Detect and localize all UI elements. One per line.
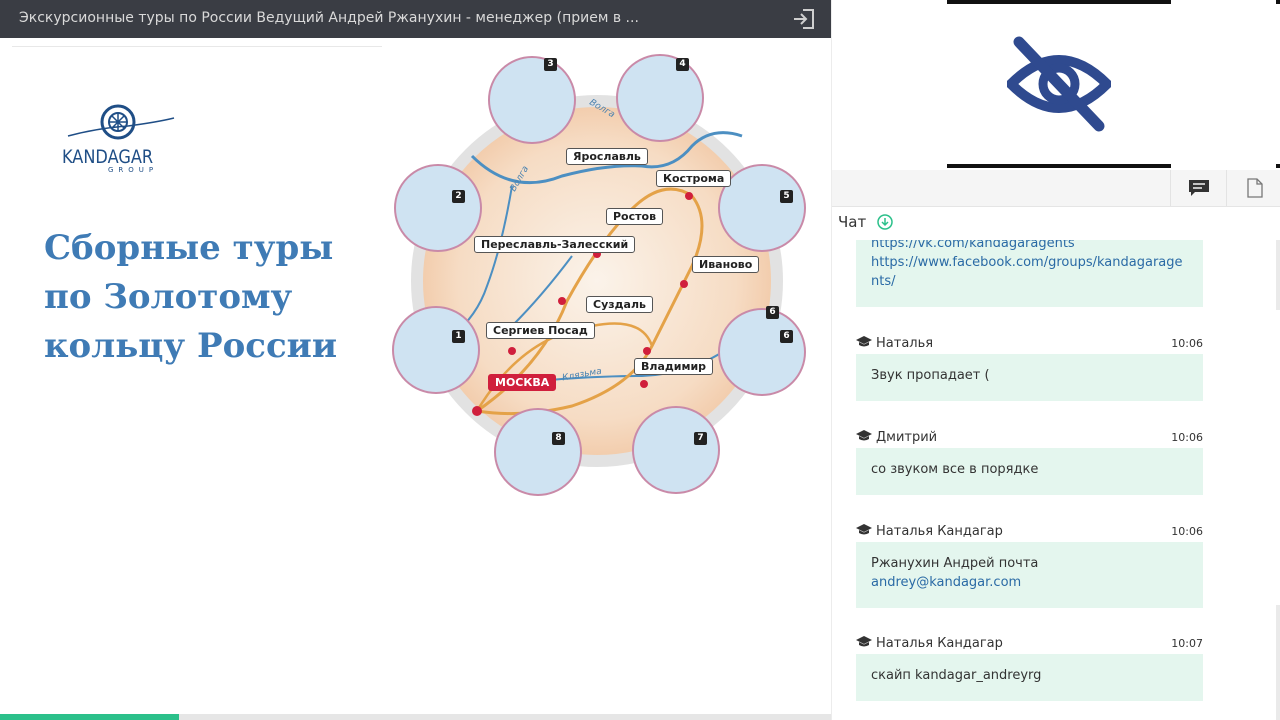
map-badge: 3 bbox=[544, 58, 557, 71]
video-panel bbox=[947, 0, 1171, 168]
message-author: Наталья Кандагар bbox=[876, 524, 1003, 539]
message-bubble: скайп kandagar_andreyrg bbox=[856, 654, 1203, 701]
chat-message: https://vk.com/kandagaragents https://ww… bbox=[856, 240, 1203, 307]
city-label: Ярославль bbox=[566, 148, 648, 165]
slide-title-line: по Золотому bbox=[44, 277, 293, 317]
document-icon bbox=[1247, 178, 1263, 198]
city-label: Владимир bbox=[634, 358, 714, 375]
message-header: Наталья Кандагар 10:06 bbox=[856, 524, 1203, 542]
map-badge: 6 bbox=[766, 306, 779, 319]
graduation-cap-icon bbox=[856, 524, 872, 535]
video-border bbox=[947, 0, 1171, 4]
message-text: Ржанухин Андрей почта bbox=[871, 556, 1039, 571]
city-photo bbox=[616, 54, 704, 142]
message-bubble: со звуком все в порядке bbox=[856, 448, 1203, 495]
city-label: Ростов bbox=[606, 208, 664, 225]
city-photo bbox=[494, 408, 582, 496]
chat-message: Наталья 10:06 Звук пропадает ( bbox=[856, 336, 1203, 401]
exit-icon[interactable] bbox=[791, 6, 817, 32]
map-badge: 5 bbox=[780, 190, 793, 203]
message-link[interactable]: andrey@kandagar.com bbox=[871, 575, 1021, 590]
presentation-progress bbox=[0, 714, 831, 720]
eye-off-icon[interactable] bbox=[1007, 36, 1111, 132]
chat-message-list: https://vk.com/kandagaragents https://ww… bbox=[832, 240, 1280, 720]
city-label: Иваново bbox=[692, 256, 760, 273]
map-badge: 8 bbox=[552, 432, 565, 445]
map-badge: 4 bbox=[676, 58, 689, 71]
city-label-moscow: МОСКВА bbox=[488, 374, 557, 391]
slide-title-line: кольцу России bbox=[44, 326, 338, 366]
panel-toolbar bbox=[832, 170, 1280, 207]
message-header: Наталья Кандагар 10:07 bbox=[856, 636, 1203, 654]
logo-subtitle: GROUP bbox=[108, 166, 159, 174]
slide-divider bbox=[12, 46, 382, 47]
video-panel-edge bbox=[1276, 0, 1280, 168]
slide-title: Сборные туры по Золотому кольцу России bbox=[44, 224, 364, 371]
message-bubble: Ржанухин Андрей почта andrey@kandagar.co… bbox=[856, 542, 1203, 608]
city-label: Кострома bbox=[656, 170, 732, 187]
chat-message: Наталья Кандагар 10:06 Ржанухин Андрей п… bbox=[856, 524, 1203, 608]
chat-message: Дмитрий 10:06 со звуком все в порядке bbox=[856, 430, 1203, 495]
progress-fill bbox=[0, 714, 179, 720]
message-text: скайп kandagar_andreyrg bbox=[871, 668, 1042, 683]
message-time: 10:07 bbox=[1171, 637, 1203, 650]
download-circle-icon[interactable] bbox=[877, 214, 893, 230]
city-photo bbox=[718, 164, 806, 252]
slide-title-line: Сборные туры bbox=[44, 228, 334, 268]
message-time: 10:06 bbox=[1171, 525, 1203, 538]
message-text: Звук пропадает ( bbox=[871, 368, 990, 383]
message-bubble: Звук пропадает ( bbox=[856, 354, 1203, 401]
city-photo bbox=[718, 308, 806, 396]
chat-header: Чат bbox=[838, 213, 893, 231]
graduation-cap-icon bbox=[856, 336, 872, 347]
message-header: Дмитрий 10:06 bbox=[856, 430, 1203, 448]
golden-ring-map: 1 2 3 4 5 6 6 7 8 Волга Волга Клязьма Яр… bbox=[392, 46, 812, 496]
side-panel: Чат https://vk.com/kandagaragents https:… bbox=[831, 0, 1280, 720]
notes-tab-button[interactable] bbox=[1226, 170, 1280, 206]
map-badge: 2 bbox=[452, 190, 465, 203]
logo-mark bbox=[67, 104, 175, 140]
map-badge: 6 bbox=[780, 330, 793, 343]
city-photo bbox=[394, 164, 482, 252]
message-time: 10:06 bbox=[1171, 337, 1203, 350]
message-text: со звуком все в порядке bbox=[871, 462, 1039, 477]
scrollbar[interactable] bbox=[1276, 605, 1280, 720]
message-link[interactable]: https://vk.com/kandagaragents bbox=[871, 240, 1075, 251]
chat-title: Чат bbox=[838, 213, 867, 231]
presentation-title: Экскурсионные туры по России Ведущий Анд… bbox=[19, 10, 639, 26]
message-author: Дмитрий bbox=[876, 430, 938, 445]
message-header: Наталья 10:06 bbox=[856, 336, 1203, 354]
logo-wordmark: KANDAGAR bbox=[62, 146, 154, 168]
city-label: Переславль-Залесский bbox=[474, 236, 636, 253]
graduation-cap-icon bbox=[856, 430, 872, 441]
presentation-slide: KANDAGAR GROUP Сборные туры по Золотому … bbox=[0, 38, 831, 720]
message-author: Наталья Кандагар bbox=[876, 636, 1003, 651]
chat-message: Наталья Кандагар 10:07 скайп kandagar_an… bbox=[856, 636, 1203, 701]
city-label: Суздаль bbox=[586, 296, 653, 313]
message-time: 10:06 bbox=[1171, 431, 1203, 444]
presentation-header: Экскурсионные туры по России Ведущий Анд… bbox=[0, 0, 831, 38]
map-badge: 1 bbox=[452, 330, 465, 343]
message-link[interactable]: https://www.facebook.com/groups/kandagar… bbox=[871, 255, 1183, 289]
message-bubble: https://vk.com/kandagaragents https://ww… bbox=[856, 240, 1203, 307]
scrollbar[interactable] bbox=[1276, 240, 1280, 310]
city-photo bbox=[632, 406, 720, 494]
chat-icon bbox=[1189, 180, 1209, 196]
chat-tab-button[interactable] bbox=[1170, 170, 1227, 206]
graduation-cap-icon bbox=[856, 636, 872, 647]
city-photo bbox=[392, 306, 480, 394]
city-label: Сергиев Посад bbox=[486, 322, 595, 339]
map-badge: 7 bbox=[694, 432, 707, 445]
video-border bbox=[947, 164, 1171, 168]
city-photo bbox=[488, 56, 576, 144]
message-author: Наталья bbox=[876, 336, 934, 351]
kandagar-logo: KANDAGAR GROUP bbox=[58, 102, 198, 182]
